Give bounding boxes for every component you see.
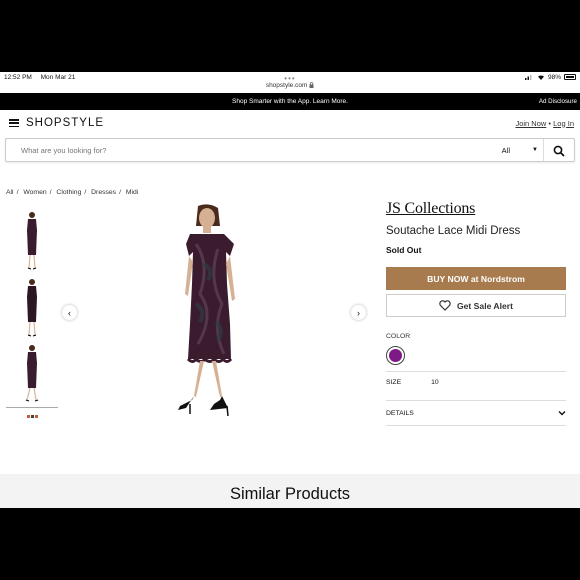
product-main-image[interactable] — [160, 204, 260, 419]
search-icon[interactable] — [553, 145, 565, 157]
ad-disclosure-link[interactable]: Ad Disclosure — [539, 98, 577, 105]
stock-status: Sold Out — [386, 245, 422, 255]
log-in-link[interactable]: Log In — [553, 119, 574, 128]
similar-products-header: Similar Products — [0, 474, 580, 508]
search-bar: All ▼ — [5, 138, 575, 162]
url-text[interactable]: shopstyle.com — [266, 82, 308, 89]
hamburger-icon[interactable] — [9, 119, 19, 127]
color-swatch[interactable] — [386, 346, 405, 365]
details-label: DETAILS — [386, 409, 414, 417]
buy-now-button[interactable]: BUY NOW at Nordstrom — [386, 267, 566, 290]
tab-dots-icon[interactable]: ••• — [0, 74, 580, 83]
thumbnail-side[interactable] — [6, 341, 58, 408]
breadcrumb: All / Women / Clothing / Dresses / Midi — [6, 189, 139, 196]
sale-alert-button[interactable]: Get Sale Alert — [386, 294, 566, 317]
chevron-left-icon[interactable]: ‹ — [62, 305, 77, 320]
chevron-right-icon[interactable]: › — [351, 305, 366, 320]
thumbnail-list — [6, 207, 58, 408]
browser-frame: 12:52 PM Mon Mar 21 98% ••• shopstyle.co… — [0, 72, 580, 508]
auth-links: Join Now • Log In — [515, 119, 574, 128]
breadcrumb-item[interactable]: Clothing — [56, 189, 81, 196]
search-category-select[interactable]: All — [502, 146, 510, 155]
product-info-panel: JS Collections Soutache Lace Midi Dress … — [386, 200, 566, 426]
search-input[interactable] — [6, 145, 574, 155]
size-value[interactable]: 10 — [431, 379, 439, 386]
breadcrumb-item[interactable]: All — [6, 189, 14, 196]
url-bar[interactable]: ••• shopstyle.com — [0, 74, 580, 93]
details-accordion[interactable]: DETAILS — [386, 401, 566, 425]
site-logo[interactable]: SHOPSTYLE — [26, 117, 104, 129]
breadcrumb-item[interactable]: Midi — [126, 189, 138, 196]
product-name: Soutache Lace Midi Dress — [386, 225, 521, 237]
breadcrumb-item[interactable]: Dresses — [91, 189, 116, 196]
chevron-down-icon[interactable] — [558, 410, 566, 416]
heart-icon — [439, 300, 451, 311]
app-promo-banner[interactable]: Shop Smarter with the App. Learn More. A… — [0, 93, 580, 110]
sale-alert-label: Get Sale Alert — [456, 300, 514, 311]
divider — [386, 425, 566, 426]
similar-products-title: Similar Products — [229, 485, 351, 503]
breadcrumb-item[interactable]: Women — [23, 189, 46, 196]
size-row: SIZE 10 — [386, 372, 566, 392]
thumbnail-more-indicator[interactable] — [6, 415, 58, 419]
auth-separator: • — [548, 118, 552, 128]
size-label: SIZE — [386, 378, 402, 386]
search-divider — [543, 139, 544, 161]
color-label: COLOR — [386, 333, 411, 340]
join-now-link[interactable]: Join Now — [515, 119, 546, 128]
thumbnail-back[interactable] — [6, 274, 58, 341]
promo-text[interactable]: Shop Smarter with the App. Learn More. — [232, 98, 348, 105]
thumbnail-front[interactable] — [6, 207, 58, 274]
brand-link[interactable]: JS Collections — [386, 200, 566, 218]
site-header: SHOPSTYLE Join Now • Log In — [0, 110, 580, 136]
chevron-down-icon[interactable]: ▼ — [532, 147, 538, 153]
